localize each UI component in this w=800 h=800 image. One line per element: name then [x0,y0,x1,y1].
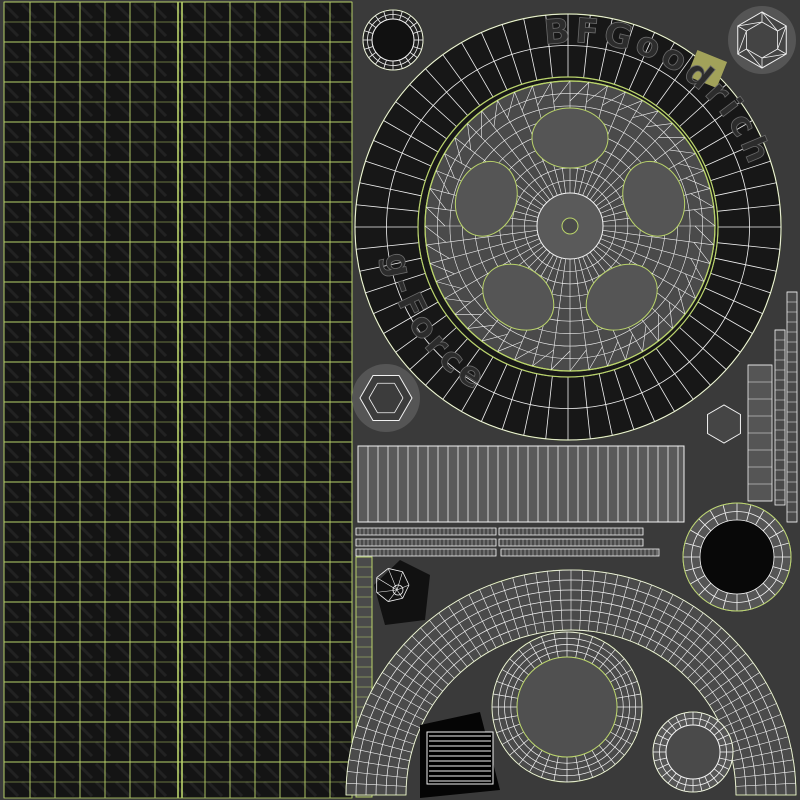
ring-bottom-right [652,711,734,793]
uv-texture-map: BFGoodrich g-Force [0,0,800,800]
dark-circle-right [682,502,792,612]
strip-block [355,445,685,557]
inner-ring-bottom [491,631,643,783]
small-circle-top-left [362,9,424,71]
hexagon-mid-left [352,364,420,432]
tread-panel [3,1,353,799]
wheel-rim [424,80,716,372]
hexagon-top-right [728,6,796,74]
